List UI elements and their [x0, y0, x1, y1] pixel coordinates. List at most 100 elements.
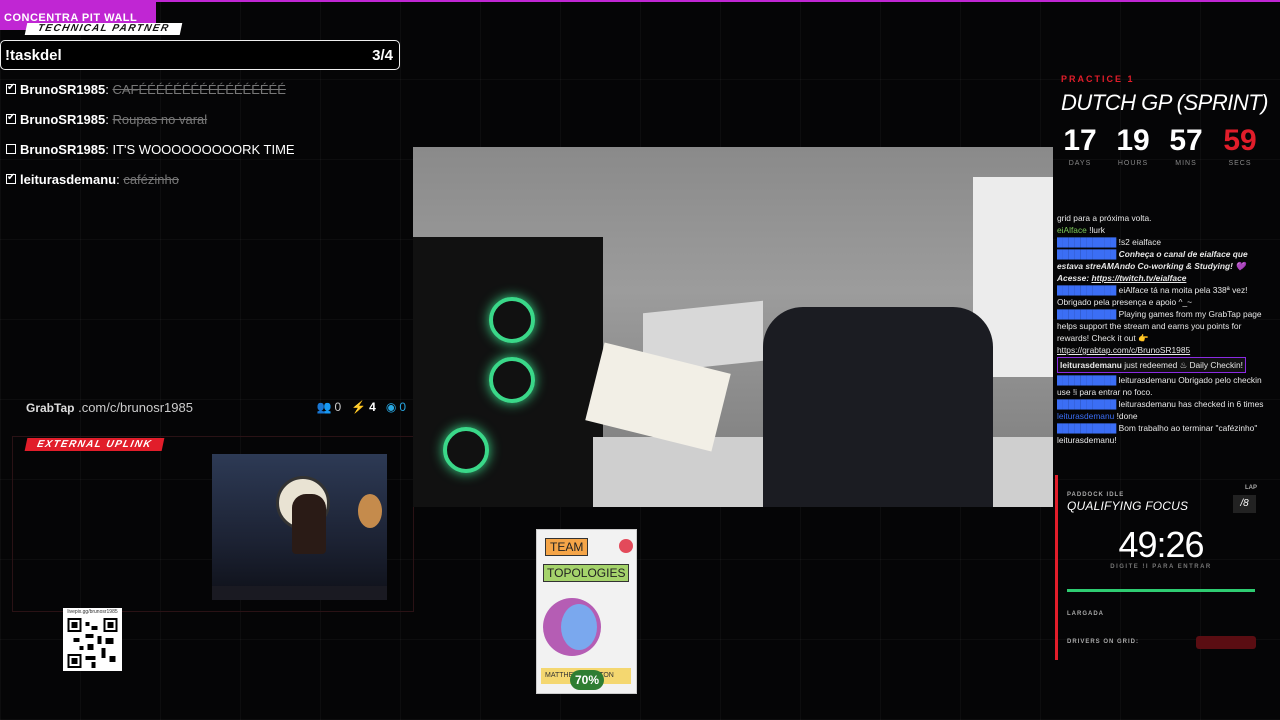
join-hint: DIGITE !I PARA ENTRAR — [1110, 564, 1212, 570]
task-separator: : — [105, 81, 113, 97]
redeem-text: just redeemed ♨ Daily Checkin! — [1121, 360, 1243, 370]
chat-username: leiturasdemanu — [1057, 411, 1115, 421]
race-title: DUTCH GP (SPRINT) — [1061, 90, 1269, 115]
task-command: !taskdel — [5, 47, 62, 64]
task-list: BrunoSR1985: CAFÉÉÉÉÉÉÉÉÉÉÉÉÉÉÉÉÉ BrunoS… — [6, 74, 406, 194]
redeem-alert: leiturasdemanu just redeemed ♨ Daily Che… — [1057, 357, 1246, 373]
countdown-hours: 19 HOURS — [1108, 124, 1158, 168]
chat-message: ██████████ Bom trabalho ao terminar "caf… — [1057, 422, 1269, 446]
countdown-label: SECS — [1228, 160, 1252, 167]
chat-username: eiAlface — [1057, 225, 1087, 235]
focus-timer: 49:26 — [1118, 524, 1204, 565]
qr-code — [63, 608, 122, 671]
viewers-stat: 👥 0 — [317, 400, 342, 414]
chat-link[interactable]: https://grabtap.com/c/BrunoSR1985 — [1057, 345, 1190, 355]
bolt-stat: ⚡ 4 — [351, 400, 376, 414]
task-item: BrunoSR1985: CAFÉÉÉÉÉÉÉÉÉÉÉÉÉÉÉÉÉ — [6, 74, 406, 104]
webcam-feed — [413, 147, 1053, 507]
countdown-value: 59 — [1223, 124, 1257, 157]
chat-message: ██████████ Playing games from my GrabTap… — [1057, 308, 1269, 356]
task-separator: : — [105, 141, 113, 157]
chat-username-redacted: ██████████ — [1057, 309, 1117, 319]
red-dot-icon — [619, 539, 633, 553]
character-shape — [292, 494, 326, 554]
task-text: CAFÉÉÉÉÉÉÉÉÉÉÉÉÉÉÉÉÉ — [112, 81, 286, 97]
redeem-username: leiturasdemanu — [1060, 360, 1122, 370]
countdown-label: DAYS — [1068, 160, 1092, 167]
checkbox-empty-icon — [6, 144, 16, 154]
lap-value: /8 — [1233, 495, 1256, 513]
progress-fill — [1067, 589, 1255, 592]
task-item: BrunoSR1985: IT'S WOOOOOOOOORK TIME — [6, 134, 406, 164]
task-user: BrunoSR1985 — [20, 111, 106, 127]
top-rule — [0, 0, 1280, 2]
grabtap-url: .com/c/brunosr1985 — [78, 400, 193, 415]
task-item: BrunoSR1985: Roupas no varal — [6, 104, 406, 134]
lap-label: LAP — [1245, 485, 1257, 491]
countdown-value: 17 — [1063, 124, 1097, 157]
session-label: PRACTICE 1 — [1061, 74, 1135, 84]
fan-icon — [443, 427, 489, 473]
drivers-label: DRIVERS ON GRID: — [1067, 639, 1140, 645]
task-header: !taskdel 3/4 — [0, 40, 400, 70]
task-user: BrunoSR1985 — [20, 81, 106, 97]
chat-link[interactable]: https://twitch.tv/eialface — [1091, 273, 1186, 283]
qr-label: livepix.gg/brunosr1985 — [67, 609, 118, 615]
users-icon: 👥 — [316, 400, 332, 414]
task-item: leiturasdemanu: cafézinho — [6, 164, 406, 194]
task-text: cafézinho — [123, 171, 179, 187]
partner-tag: TECHNICAL PARTNER — [24, 23, 183, 35]
book-title-line2: TOPOLOGIES — [543, 564, 630, 582]
qualifying-title: QUALIFYING FOCUS — [1067, 499, 1189, 513]
chat-text: leiturasdemanu has checked in 6 times — [1116, 399, 1264, 409]
uplink-tag: EXTERNAL UPLINK — [24, 438, 165, 451]
bolt-icon: ⚡ — [351, 400, 367, 414]
chat-message: ██████████ leiturasdemanu Obrigado pelo … — [1057, 374, 1269, 398]
fan-icon — [489, 357, 535, 403]
chat-message: ██████████ Conheça o canal de eialface q… — [1057, 248, 1269, 284]
task-count: 3/4 — [372, 47, 393, 64]
chat-username-redacted: ██████████ — [1057, 249, 1117, 259]
chat-message: leiturasdemanu !done — [1057, 410, 1269, 422]
bolt-count: 4 — [369, 400, 376, 414]
grabtap-stats: 👥 0 ⚡ 4 ◉ 0 — [317, 400, 406, 414]
countdown-label: MINS — [1175, 160, 1197, 167]
task-separator: : — [105, 111, 113, 127]
chair-shape — [763, 307, 993, 507]
countdown-label: HOURS — [1117, 160, 1149, 167]
fan-icon — [489, 297, 535, 343]
chat-message: eiAlface !lurk — [1057, 224, 1269, 236]
chat-text: !done — [1114, 411, 1138, 421]
blue-circle-shape — [561, 604, 597, 650]
guitar-icon — [358, 494, 382, 528]
chat-feed: grid para a próxima volta. eiAlface !lur… — [1057, 212, 1269, 446]
task-separator: : — [116, 171, 124, 187]
grabtap-logo: GrabTap — [26, 401, 75, 415]
uplink-video — [212, 454, 387, 600]
chat-message: ██████████ !s2 eialface — [1057, 236, 1269, 248]
drivers-pill — [1196, 636, 1256, 649]
book-title-line1: TEAM — [545, 538, 589, 556]
countdown-value: 57 — [1169, 124, 1203, 157]
chat-message: ██████████ leiturasdemanu has checked in… — [1057, 398, 1269, 410]
viewers-count: 0 — [334, 400, 342, 414]
task-text: Roupas no varal — [112, 111, 208, 127]
countdown-value: 19 — [1116, 124, 1150, 157]
checkbox-checked-icon — [6, 112, 16, 124]
grabtap-bar: GrabTap .com/c/brunosr1985 👥 0 ⚡ 4 ◉ 0 — [26, 400, 410, 418]
countdown-mins: 57 MINS — [1161, 124, 1211, 168]
start-label: LARGADA — [1067, 611, 1104, 617]
task-user: BrunoSR1985 — [20, 141, 106, 157]
live-icon: ◉ — [385, 400, 397, 414]
task-text: IT'S WOOOOOOOOORK TIME — [112, 141, 295, 157]
chat-username-redacted: ██████████ — [1057, 399, 1117, 409]
checkbox-checked-icon — [6, 82, 16, 94]
live-stat: ◉ 0 — [386, 400, 406, 414]
paddock-label: PADDOCK IDLE — [1067, 492, 1125, 498]
book-progress-badge: 70% — [570, 670, 604, 690]
qr-code-icon — [67, 618, 118, 668]
chat-text: !s2 eialface — [1116, 237, 1162, 247]
countdown-days: 17 DAYS — [1055, 124, 1105, 168]
chat-text: !lurk — [1086, 225, 1105, 235]
chat-username-redacted: ██████████ — [1057, 423, 1117, 433]
